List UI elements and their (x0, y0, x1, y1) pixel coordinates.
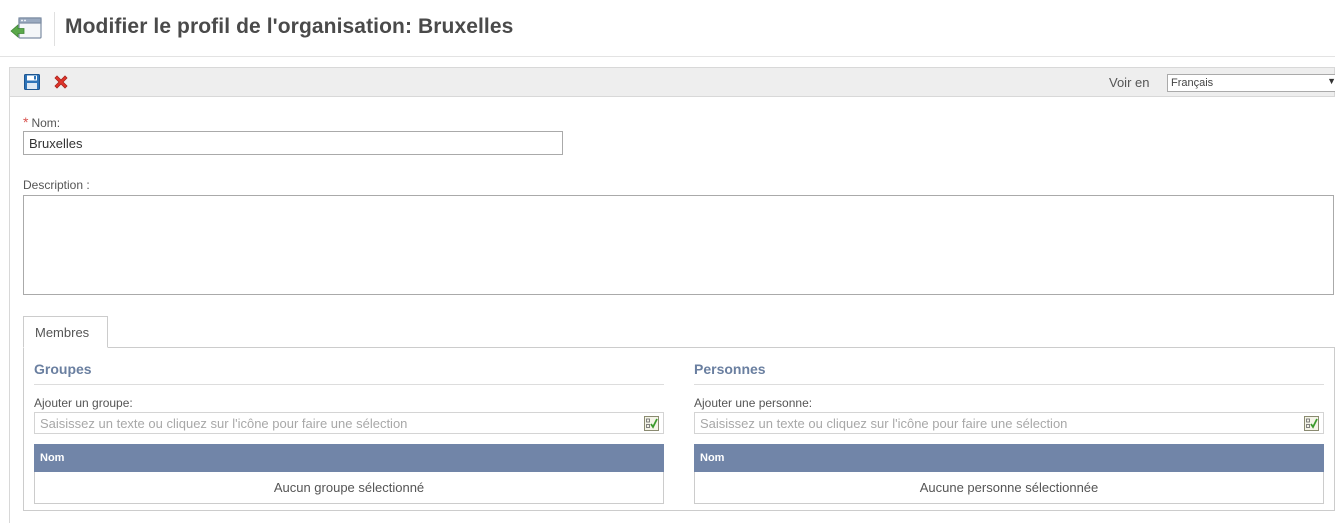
add-group-label: Ajouter un groupe: (34, 396, 133, 410)
language-value: Français (1171, 77, 1214, 89)
groups-section: Groupes Ajouter un groupe: Saisissez un … (34, 348, 664, 510)
persons-title: Personnes (694, 361, 766, 377)
back-window-icon[interactable] (10, 16, 44, 42)
groups-title: Groupes (34, 361, 92, 377)
tab-members[interactable]: Membres (23, 316, 108, 348)
page-header: Modifier le profil de l'organisation: Br… (0, 0, 1335, 57)
header-divider (54, 12, 55, 46)
groups-column-header[interactable]: Nom (34, 444, 664, 472)
description-label: Description : (23, 178, 90, 192)
toolbar: Voir en Français ▼ (9, 67, 1335, 97)
description-field[interactable] (23, 195, 1334, 295)
groups-empty-message: Aucun groupe sélectionné (34, 472, 664, 504)
add-person-label: Ajouter une personne: (694, 396, 813, 410)
required-marker: * (23, 114, 29, 130)
persons-column-header[interactable]: Nom (694, 444, 1324, 472)
content-border (9, 97, 10, 523)
add-group-placeholder: Saisissez un texte ou cliquez sur l'icôn… (40, 416, 408, 431)
add-person-placeholder: Saisissez un texte ou cliquez sur l'icôn… (700, 416, 1068, 431)
floppy-disk-icon (24, 74, 40, 90)
language-select[interactable]: Français ▼ (1167, 74, 1335, 92)
name-label-text: Nom: (31, 116, 61, 130)
members-panel: Groupes Ajouter un groupe: Saisissez un … (23, 347, 1335, 511)
page-title: Modifier le profil de l'organisation: Br… (65, 15, 514, 38)
save-button[interactable] (23, 73, 41, 91)
persons-divider (694, 384, 1324, 385)
view-in-label: Voir en (1109, 75, 1150, 90)
red-x-icon (54, 75, 68, 89)
select-list-icon[interactable] (1304, 416, 1319, 431)
chevron-down-icon: ▼ (1327, 76, 1335, 86)
name-label: * Nom: (23, 114, 60, 130)
groups-divider (34, 384, 664, 385)
add-group-input[interactable]: Saisissez un texte ou cliquez sur l'icôn… (34, 412, 664, 434)
cancel-button[interactable] (52, 73, 70, 91)
select-list-icon[interactable] (644, 416, 659, 431)
name-field[interactable]: Bruxelles (23, 131, 563, 155)
add-person-input[interactable]: Saisissez un texte ou cliquez sur l'icôn… (694, 412, 1324, 434)
persons-empty-message: Aucune personne sélectionnée (694, 472, 1324, 504)
persons-section: Personnes Ajouter une personne: Saisisse… (694, 348, 1324, 510)
